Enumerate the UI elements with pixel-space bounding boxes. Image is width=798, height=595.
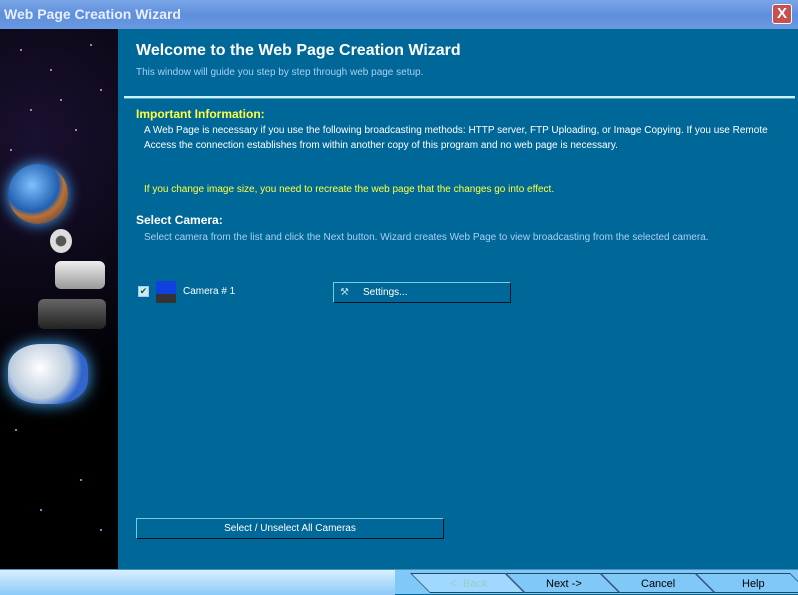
next-label: Next -> — [545, 578, 582, 590]
select-camera-heading: Select Camera: — [136, 213, 223, 227]
back-label: <- Back — [449, 578, 488, 590]
page-title: Welcome to the Web Page Creation Wizard — [136, 42, 461, 59]
wizard-content: Welcome to the Web Page Creation Wizard … — [118, 29, 795, 569]
title-bar: Web Page Creation Wizard X — [0, 0, 798, 29]
cancel-label: Cancel — [641, 578, 676, 590]
camera-icon — [38, 299, 106, 329]
settings-label: Settings... — [363, 287, 408, 298]
select-camera-instructions: Select camera from the list and click th… — [144, 232, 709, 243]
settings-button[interactable]: ⚒ Settings... — [333, 282, 511, 303]
intel-camera-icon — [8, 344, 88, 404]
page-subtitle: This window will guide you step by step … — [136, 67, 424, 78]
earth-icon — [8, 164, 68, 224]
resize-warning: If you change image size, you need to re… — [144, 184, 555, 195]
webcam-icon — [50, 229, 72, 253]
window-title: Web Page Creation Wizard — [4, 6, 181, 22]
camera-thumbnail-icon — [156, 281, 176, 303]
close-button[interactable]: X — [772, 4, 792, 24]
important-heading: Important Information: — [136, 107, 265, 121]
important-text: A Web Page is necessary if you use the f… — [144, 125, 768, 151]
select-all-cameras-button[interactable]: Select / Unselect All Cameras — [136, 518, 444, 539]
camera-icon — [55, 261, 105, 289]
camera-checkbox[interactable]: ✔ — [138, 286, 149, 297]
help-label: Help — [742, 578, 765, 590]
divider — [124, 96, 795, 99]
navigation-bar: <- Back Next -> Cancel Help — [0, 569, 798, 595]
sidebar-image — [0, 29, 118, 569]
camera-label: Camera # 1 — [183, 286, 236, 297]
nav-bar-decoration — [0, 570, 395, 595]
tools-icon: ⚒ — [340, 287, 349, 298]
